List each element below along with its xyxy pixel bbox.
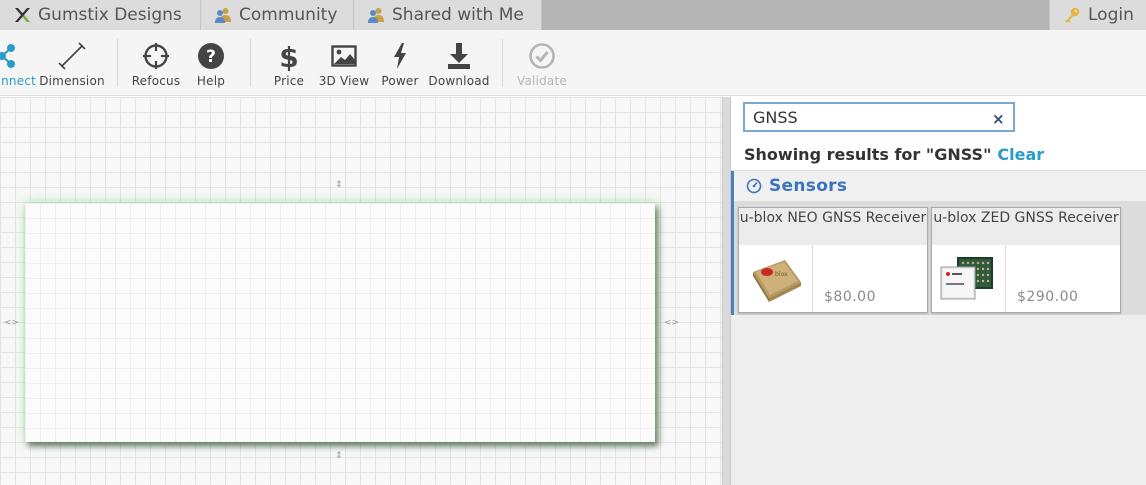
- tab-label: Community: [239, 5, 338, 25]
- power-button[interactable]: Power: [378, 30, 422, 96]
- search-results-summary: Showing results for "GNSS" Clear: [744, 145, 1044, 164]
- svg-text:$: $: [279, 41, 298, 71]
- refocus-button[interactable]: Refocus: [131, 30, 181, 96]
- download-icon: [446, 40, 472, 72]
- category-title: Sensors: [769, 176, 848, 196]
- refocus-label: Refocus: [131, 74, 181, 88]
- login-label: Login: [1088, 5, 1134, 25]
- toolbar-divider: [502, 39, 503, 87]
- lightning-icon: [392, 40, 408, 72]
- dollar-icon: $: [277, 40, 301, 72]
- toolbar: nnect Dimension Refocus ? Help $ Price 3…: [0, 30, 1146, 96]
- svg-text:blox: blox: [775, 271, 788, 278]
- resize-handle-bottom[interactable]: ⇕: [335, 452, 343, 461]
- module-name: u-blox NEO GNSS Receiver: [739, 208, 927, 245]
- tab-community[interactable]: Community: [201, 0, 354, 30]
- 3d-view-button[interactable]: 3D View: [316, 30, 372, 96]
- module-library-panel: GNSS × Showing results for "GNSS" Clear S…: [731, 97, 1146, 485]
- check-circle-icon: [528, 40, 556, 72]
- gumstix-x-logo-icon: [12, 5, 32, 25]
- module-image: [932, 245, 1006, 312]
- share-icon: [0, 40, 36, 72]
- connect-label: nnect: [1, 74, 36, 88]
- module-card[interactable]: u-blox ZED GNSS Receiver $290.00: [931, 207, 1121, 313]
- tab-label: Gumstix Designs: [38, 5, 182, 25]
- resize-handle-top[interactable]: ⇕: [335, 181, 343, 190]
- validate-label: Validate: [517, 74, 567, 88]
- results-text: Showing results for "GNSS": [744, 145, 992, 164]
- resize-handle-right[interactable]: <>: [664, 319, 679, 328]
- key-icon: [1062, 5, 1082, 25]
- users-icon: [213, 5, 233, 25]
- tab-bar: Gumstix Designs Community Shared with Me: [0, 0, 1146, 30]
- 3d-view-label: 3D View: [318, 74, 370, 88]
- module-card[interactable]: u-blox NEO GNSS Receiver blox $80.00: [738, 207, 928, 313]
- connect-tool-button[interactable]: nnect: [0, 30, 36, 96]
- tab-gumstix-designs[interactable]: Gumstix Designs: [0, 0, 201, 30]
- help-icon: ?: [197, 40, 225, 72]
- users-icon: [366, 5, 386, 25]
- download-button[interactable]: Download: [428, 30, 490, 96]
- category-sensors: Sensors u-blox NEO GNSS Receiver blox $8…: [731, 171, 1146, 315]
- clear-search-icon[interactable]: ×: [992, 110, 1005, 128]
- login-button[interactable]: Login: [1049, 0, 1146, 30]
- search-input[interactable]: GNSS: [743, 102, 1015, 132]
- crosshair-icon: [142, 40, 170, 72]
- dimension-tool-button[interactable]: Dimension: [39, 30, 105, 96]
- module-price: $290.00: [1017, 289, 1079, 305]
- tab-shared-with-me[interactable]: Shared with Me: [354, 0, 542, 30]
- toolbar-divider: [250, 39, 251, 87]
- category-header[interactable]: Sensors: [734, 171, 1146, 201]
- image-icon: [331, 40, 357, 72]
- module-name: u-blox ZED GNSS Receiver: [932, 208, 1120, 245]
- download-label: Download: [428, 74, 490, 88]
- toolbar-divider: [117, 39, 118, 87]
- dimension-label: Dimension: [39, 74, 105, 88]
- resize-handle-left[interactable]: <>: [4, 319, 19, 328]
- svg-text:?: ?: [206, 47, 216, 67]
- design-canvas[interactable]: ⇕ ⇕ <> <>: [0, 97, 722, 485]
- ruler-line-icon: [58, 40, 86, 72]
- gauge-icon: [746, 178, 762, 194]
- help-label: Help: [196, 74, 226, 88]
- validate-button[interactable]: Validate: [515, 30, 569, 96]
- panel-splitter[interactable]: [722, 97, 731, 485]
- power-label: Power: [381, 74, 419, 88]
- price-button[interactable]: $ Price: [268, 30, 310, 96]
- help-button[interactable]: ? Help: [191, 30, 231, 96]
- module-image: blox: [739, 245, 813, 312]
- module-price: $80.00: [824, 289, 876, 305]
- price-label: Price: [273, 74, 305, 88]
- search-area: GNSS × Showing results for "GNSS" Clear: [731, 97, 1146, 171]
- tab-label: Shared with Me: [392, 5, 524, 25]
- board-outline[interactable]: [25, 203, 655, 442]
- clear-results-link[interactable]: Clear: [997, 145, 1044, 164]
